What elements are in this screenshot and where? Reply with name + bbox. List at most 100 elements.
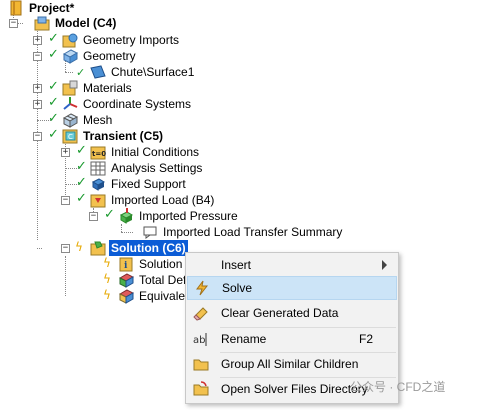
tree-item-fixed-support[interactable]: ✓ Fixed Support	[74, 175, 188, 192]
tree-label-initial-conditions: Initial Conditions	[111, 145, 200, 159]
tree-label-materials: Materials	[83, 81, 132, 95]
collapse-model-toggle[interactable]: −	[9, 19, 18, 28]
tree-item-imported-pressure[interactable]: ✓ Imported Pressure	[102, 207, 240, 224]
tree-item-transfer-summary[interactable]: Imported Load Transfer Summary	[142, 224, 344, 240]
status-check-icon: ✓	[48, 127, 59, 142]
folder-icon	[193, 356, 209, 372]
status-check-icon: ✓	[48, 31, 59, 46]
solve-lightning-icon	[194, 280, 210, 296]
tree-item-transient[interactable]: ✓ C Transient (C5)	[46, 127, 165, 144]
status-check-icon: ✓	[48, 47, 59, 62]
menu-item-clear-generated-data[interactable]: Clear Generated Data	[187, 301, 397, 325]
analysis-settings-icon	[90, 160, 106, 176]
menu-item-group-similar[interactable]: Group All Similar Children	[187, 352, 397, 376]
tree-label-project: Project*	[29, 1, 75, 15]
expand-geometry-imports-toggle[interactable]: +	[33, 36, 42, 45]
transient-analysis-icon: C	[62, 128, 78, 144]
model-icon	[34, 15, 50, 31]
menu-label-rename: Rename	[221, 332, 267, 346]
status-lightning-icon: ϟ	[103, 272, 111, 286]
collapse-geometry-toggle[interactable]: −	[33, 52, 42, 61]
eraser-icon	[193, 305, 209, 321]
tree-item-project[interactable]: Project*	[8, 0, 76, 16]
expand-materials-toggle[interactable]: +	[33, 84, 42, 93]
status-lightning-icon: ϟ	[103, 256, 111, 270]
imported-pressure-icon	[118, 208, 134, 224]
tree-item-model[interactable]: Model (C4)	[34, 15, 118, 31]
status-check-icon: ✓	[48, 79, 59, 94]
tree-item-mesh[interactable]: ✓ Mesh	[46, 111, 114, 128]
collapse-solution-toggle[interactable]: −	[61, 244, 70, 253]
coordinate-systems-icon	[62, 96, 78, 112]
menu-label-insert: Insert	[221, 258, 252, 272]
tree-item-initial-conditions[interactable]: ✓ t=0 Initial Conditions	[74, 143, 201, 160]
tree-item-materials[interactable]: ✓ Materials	[46, 79, 134, 96]
collapse-imported-load-toggle[interactable]: −	[61, 196, 70, 205]
menu-label-clear-generated-data: Clear Generated Data	[221, 306, 339, 320]
tree-label-mesh: Mesh	[83, 113, 113, 127]
blank-icon	[193, 257, 209, 273]
project-icon	[8, 0, 24, 16]
collapse-imported-pressure-toggle[interactable]: −	[89, 212, 98, 221]
comment-icon	[142, 224, 158, 240]
tree-label-solution: Solution (C6)	[109, 240, 188, 256]
tree-label-imported-load: Imported Load (B4)	[111, 193, 215, 207]
tree-label-transient: Transient (C5)	[83, 129, 164, 143]
tree-item-total-deformation[interactable]: ϟ Total Defo	[102, 272, 195, 288]
svg-text:i: i	[124, 261, 128, 271]
menu-item-solve[interactable]: Solve	[187, 276, 397, 300]
surface-body-icon	[90, 64, 106, 80]
deformation-result-icon	[118, 272, 135, 288]
tree-label-imported-pressure: Imported Pressure	[139, 209, 238, 223]
tree-label-chute-surface: Chute\Surface1	[111, 65, 195, 79]
tree-label-fixed-support: Fixed Support	[111, 177, 186, 191]
collapse-transient-toggle[interactable]: −	[33, 132, 42, 141]
tree-item-equivalent[interactable]: ϟ Equivalent	[102, 288, 197, 304]
solution-icon	[90, 240, 106, 256]
materials-icon	[62, 80, 78, 96]
tree-label-geometry-imports: Geometry Imports	[83, 33, 180, 47]
geometry-icon	[62, 48, 79, 64]
status-check-icon: ✓	[48, 95, 59, 110]
submenu-arrow-icon	[382, 260, 387, 270]
menu-item-rename[interactable]: ab Rename F2	[187, 327, 397, 351]
tree-label-geometry: Geometry	[83, 49, 136, 63]
status-check-icon: ✓	[76, 143, 87, 158]
svg-text:ab: ab	[193, 335, 205, 346]
expand-coordinate-systems-toggle[interactable]: +	[33, 100, 42, 109]
geometry-imports-icon	[62, 32, 78, 48]
menu-item-insert[interactable]: Insert	[187, 253, 397, 277]
tree-item-geometry-imports[interactable]: ✓ Geometry Imports	[46, 31, 181, 48]
status-check-icon: ✓	[76, 191, 87, 206]
tree-label-transfer-summary: Imported Load Transfer Summary	[163, 225, 343, 239]
fixed-support-icon	[90, 176, 106, 192]
menu-label-group-similar: Group All Similar Children	[221, 357, 359, 371]
imported-load-icon	[90, 192, 106, 208]
initial-conditions-icon: t=0	[90, 144, 106, 160]
status-check-icon: ✓	[104, 207, 115, 222]
tree-item-chute-surface[interactable]: ✓ Chute\Surface1	[74, 64, 196, 80]
tree-label-model: Model (C4)	[55, 16, 117, 30]
open-folder-icon	[193, 381, 209, 397]
tree-label-coordinate-systems: Coordinate Systems	[83, 97, 192, 111]
tree-item-solution-info[interactable]: ϟ i Solution In	[102, 256, 198, 272]
tree-item-geometry[interactable]: ✓ Geometry	[46, 47, 138, 64]
rename-icon: ab	[193, 331, 209, 347]
status-check-icon: ✓	[76, 159, 87, 174]
mesh-icon	[62, 112, 79, 128]
menu-shortcut-rename: F2	[358, 332, 373, 346]
menu-label-solve: Solve	[222, 281, 253, 295]
status-check-small-icon: ✓	[76, 66, 86, 79]
tree-item-coordinate-systems[interactable]: ✓ Coordinate Systems	[46, 95, 193, 112]
stress-result-icon	[118, 288, 135, 304]
tree-item-solution[interactable]: ϟ Solution (C6)	[74, 240, 188, 256]
expand-initial-conditions-toggle[interactable]: +	[61, 148, 70, 157]
svg-text:C: C	[68, 133, 73, 141]
tree-label-analysis-settings: Analysis Settings	[111, 161, 203, 175]
tree-item-imported-load[interactable]: ✓ Imported Load (B4)	[74, 191, 216, 208]
status-check-icon: ✓	[76, 175, 87, 190]
tree-item-analysis-settings[interactable]: ✓ Analysis Settings	[74, 159, 204, 176]
solution-information-icon: i	[118, 256, 134, 272]
status-lightning-icon: ϟ	[75, 240, 83, 254]
svg-text:t=0: t=0	[92, 150, 106, 158]
